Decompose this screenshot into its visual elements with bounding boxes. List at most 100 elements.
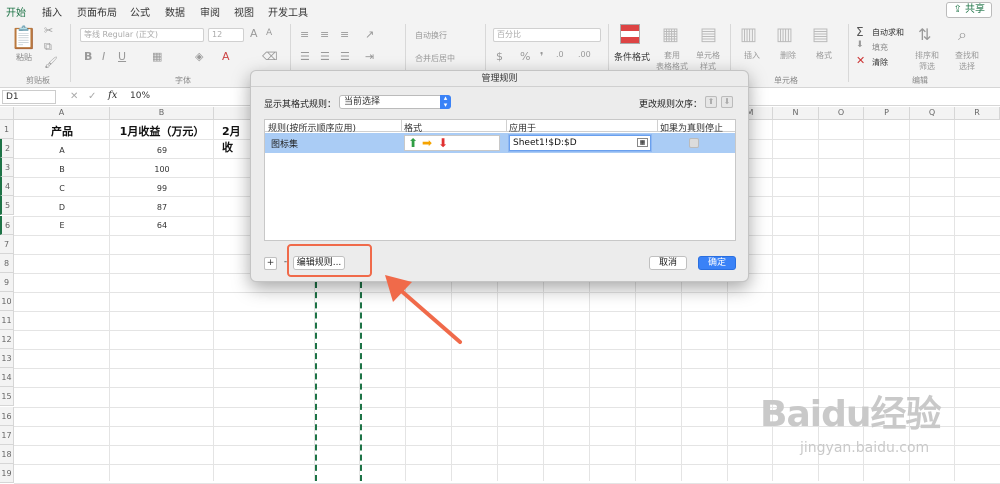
row-header[interactable]: 9	[0, 272, 14, 292]
find-select-icon[interactable]: ⌕	[958, 25, 967, 45]
ok-button[interactable]: 确定	[698, 256, 736, 270]
clear-icon[interactable]: ✕	[856, 54, 865, 67]
tab-review[interactable]: 审阅	[200, 4, 220, 19]
stop-if-true-checkbox[interactable]	[689, 138, 699, 148]
find-select-button[interactable]: 查找和 选择	[952, 50, 982, 72]
row-header[interactable]: 12	[0, 330, 14, 350]
comma-icon[interactable]: ❜	[540, 50, 544, 63]
move-down-button[interactable]: ⬇	[721, 96, 733, 108]
column-header-a[interactable]: A	[14, 107, 110, 120]
align-middle-icon[interactable]: ≡	[320, 28, 329, 41]
number-format-select[interactable]: 百分比	[493, 28, 601, 42]
sort-filter-icon[interactable]: ⇅	[918, 25, 931, 44]
header-product[interactable]: 产品	[14, 123, 110, 139]
row-header[interactable]: 8	[0, 253, 14, 273]
name-box[interactable]: D1	[2, 90, 56, 104]
currency-icon[interactable]: $	[496, 50, 503, 63]
align-bottom-icon[interactable]: ≡	[340, 28, 349, 41]
font-name-select[interactable]: 等线 Regular (正文)	[80, 28, 204, 42]
align-left-icon[interactable]: ☰	[300, 50, 310, 63]
increase-decimal-icon[interactable]: .0	[556, 50, 564, 59]
cell-jan[interactable]: 87	[110, 203, 214, 212]
show-rules-select[interactable]: 当前选择 ▴ ▾	[339, 95, 451, 109]
conditional-format-icon[interactable]	[620, 24, 640, 44]
tab-data[interactable]: 数据	[165, 4, 185, 19]
align-center-icon[interactable]: ☰	[320, 50, 330, 63]
row-header[interactable]: 17	[0, 425, 14, 445]
row-header[interactable]: 10	[0, 291, 14, 311]
clear-button[interactable]: 清除	[872, 57, 888, 68]
table-format-button[interactable]: 套用 表格格式	[652, 50, 692, 72]
rule-row[interactable]: 图标集 ⬆ ➡ ⬇ Sheet1!$D:$D ▦	[265, 133, 735, 153]
cut-icon[interactable]: ✂	[44, 24, 53, 37]
cell-product[interactable]: D	[14, 203, 110, 212]
row-header[interactable]: 15	[0, 387, 14, 407]
range-picker-icon[interactable]: ▦	[637, 138, 648, 147]
formula-input[interactable]: 10%	[130, 91, 150, 101]
cell-style-button[interactable]: 单元格 样式	[690, 50, 726, 72]
format-cells-icon[interactable]: ▤	[812, 24, 829, 45]
underline-icon[interactable]: U	[118, 50, 126, 63]
row-header[interactable]: 1	[0, 120, 14, 140]
apply-range-input[interactable]: Sheet1!$D:$D ▦	[509, 135, 651, 151]
cell-jan[interactable]: 64	[110, 221, 214, 230]
cancel-formula-icon[interactable]: ✕	[70, 91, 78, 102]
share-button[interactable]: ⇪ 共享	[946, 2, 992, 18]
font-size-select[interactable]: 12	[208, 28, 244, 42]
cell-style-icon[interactable]: ▤	[700, 24, 717, 45]
orientation-icon[interactable]: ↗	[365, 28, 374, 41]
row-header[interactable]: 5	[0, 196, 14, 216]
fill-button[interactable]: 填充	[872, 42, 888, 53]
row-header[interactable]: 13	[0, 349, 14, 369]
indent-icon[interactable]: ⇥	[365, 50, 374, 63]
cell-jan[interactable]: 100	[110, 165, 214, 174]
cell-product[interactable]: B	[14, 165, 110, 174]
clear-format-icon[interactable]: ⌫	[262, 50, 278, 63]
italic-icon[interactable]: I	[102, 50, 105, 63]
confirm-formula-icon[interactable]: ✓	[88, 91, 96, 102]
format-cells-button[interactable]: 格式	[814, 50, 834, 61]
decrease-font-icon[interactable]: A	[266, 28, 272, 38]
insert-cells-button[interactable]: 插入	[742, 50, 762, 61]
conditional-format-button[interactable]: 条件格式	[614, 50, 650, 63]
column-header-p[interactable]: P	[864, 107, 910, 120]
sort-filter-button[interactable]: 排序和 筛选	[912, 50, 942, 72]
row-header[interactable]: 7	[0, 234, 14, 254]
row-header[interactable]: 14	[0, 368, 14, 388]
cell-product[interactable]: E	[14, 221, 110, 230]
row-header[interactable]: 18	[0, 444, 14, 464]
autosum-button[interactable]: 自动求和	[872, 27, 904, 38]
row-header[interactable]: 16	[0, 406, 14, 426]
tab-formulas[interactable]: 公式	[130, 4, 150, 19]
select-all-corner[interactable]	[0, 107, 14, 120]
bold-icon[interactable]: B	[84, 50, 92, 63]
copy-icon[interactable]: ⧉	[44, 40, 52, 54]
row-header[interactable]: 6	[0, 215, 14, 235]
align-right-icon[interactable]: ☰	[340, 50, 350, 63]
autosum-icon[interactable]: Σ	[856, 25, 864, 39]
move-up-button[interactable]: ⬆	[705, 96, 717, 108]
add-rule-button[interactable]: +	[264, 257, 277, 270]
column-header-n[interactable]: N	[773, 107, 819, 120]
cell-product[interactable]: C	[14, 184, 110, 193]
decrease-decimal-icon[interactable]: .00	[578, 50, 591, 59]
row-header[interactable]: 19	[0, 463, 14, 483]
insert-cells-icon[interactable]: ▥	[740, 24, 757, 45]
format-painter-icon[interactable]: 🖌	[44, 56, 58, 69]
cell-product[interactable]: A	[14, 146, 110, 155]
column-header-b[interactable]: B	[110, 107, 214, 120]
header-feb-revenue[interactable]: 2月收	[214, 123, 248, 155]
column-header-o[interactable]: O	[819, 107, 864, 120]
merge-center-button[interactable]: 合并后居中	[415, 53, 455, 64]
row-header[interactable]: 2	[0, 139, 14, 159]
column-header-q[interactable]: Q	[910, 107, 955, 120]
fx-icon[interactable]: fx	[108, 90, 117, 101]
delete-cells-button[interactable]: 删除	[778, 50, 798, 61]
increase-font-icon[interactable]: A	[250, 27, 258, 40]
cell-jan[interactable]: 99	[110, 184, 214, 193]
row-header[interactable]: 4	[0, 177, 14, 197]
row-header[interactable]: 11	[0, 311, 14, 331]
align-top-icon[interactable]: ≡	[300, 28, 309, 41]
wrap-text-button[interactable]: 自动换行	[415, 30, 447, 41]
header-jan-revenue[interactable]: 1月收益（万元）	[110, 123, 214, 139]
